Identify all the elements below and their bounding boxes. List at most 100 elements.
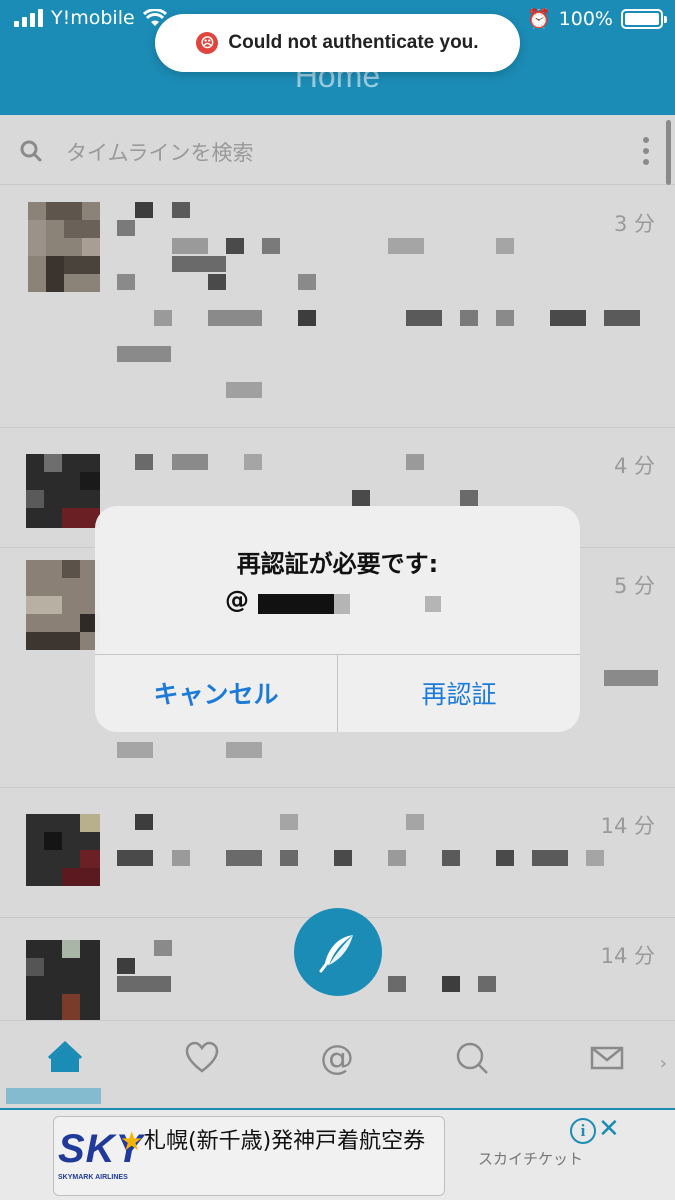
blurred-text — [550, 310, 586, 326]
blurred-text — [334, 850, 352, 866]
blurred-text — [226, 382, 262, 398]
dialog-username: @ — [225, 586, 249, 614]
blurred-text — [388, 850, 406, 866]
blurred-text — [442, 976, 460, 992]
blurred-text — [117, 742, 153, 758]
mail-icon — [590, 1046, 624, 1070]
carrier-label: Y!mobile — [51, 7, 135, 29]
more-options-icon[interactable] — [643, 137, 649, 165]
battery-icon — [621, 8, 667, 29]
error-toast: ☹ Could not authenticate you. — [155, 14, 520, 72]
blurred-text — [135, 202, 153, 218]
tab-mentions[interactable]: @ — [302, 1033, 372, 1083]
cancel-button[interactable]: キャンセル — [95, 654, 337, 732]
blurred-text — [262, 238, 280, 254]
blurred-text — [406, 454, 424, 470]
blurred-text — [460, 310, 478, 326]
blurred-text — [117, 346, 171, 362]
blurred-text — [154, 940, 172, 956]
battery-label: 100% — [558, 7, 613, 30]
home-icon — [47, 1040, 83, 1072]
ad-advertiser: スカイチケット — [478, 1150, 584, 1168]
blurred-text — [135, 814, 153, 830]
ad-title: 札幌(新千歳)発神戸着航空券 — [144, 1129, 426, 1154]
signal-icon — [14, 9, 43, 27]
tab-bar: @ › — [0, 1020, 675, 1108]
blurred-text — [460, 490, 478, 506]
blurred-text — [117, 976, 171, 992]
blurred-text — [496, 850, 514, 866]
at-icon: @ — [320, 1038, 354, 1078]
search-icon — [456, 1042, 488, 1074]
blurred-text — [226, 742, 262, 758]
blurred-text — [172, 454, 208, 470]
blurred-text — [117, 958, 135, 974]
blurred-text — [208, 274, 226, 290]
ad-logo-subtitle: SKYMARK AIRLINES — [58, 1174, 128, 1181]
tab-messages[interactable] — [572, 1033, 642, 1083]
info-icon[interactable]: i — [570, 1118, 596, 1144]
blurred-text — [172, 202, 190, 218]
blurred-text — [154, 310, 172, 326]
blurred-text — [117, 274, 135, 290]
dialog-title: 再認証が必要です: — [236, 550, 439, 578]
blurred-text — [172, 850, 190, 866]
blurred-text — [298, 274, 316, 290]
timeline-search[interactable]: タイムラインを検索 — [0, 115, 675, 185]
blurred-text — [244, 454, 262, 470]
blurred-text — [117, 220, 135, 236]
blurred-text — [406, 814, 424, 830]
blurred-text — [172, 238, 208, 254]
avatar[interactable] — [26, 560, 100, 650]
blurred-text — [208, 310, 262, 326]
feather-icon — [319, 935, 353, 973]
blurred-text — [478, 976, 496, 992]
close-icon[interactable]: ✕ — [598, 1114, 620, 1144]
blurred-text — [280, 850, 298, 866]
blurred-text — [388, 976, 406, 992]
blurred-text — [604, 310, 640, 326]
blurred-text — [496, 310, 514, 326]
redacted-username — [425, 596, 441, 612]
blurred-text — [604, 670, 658, 686]
avatar[interactable] — [26, 814, 100, 886]
avatar[interactable] — [26, 454, 100, 528]
blurred-text — [442, 850, 460, 866]
toast-message: Could not authenticate you. — [228, 32, 479, 53]
tab-favorites[interactable] — [167, 1033, 237, 1083]
timeline-row[interactable]: 14 分 — [0, 788, 675, 918]
blurred-text — [226, 238, 244, 254]
tab-search[interactable] — [437, 1033, 507, 1083]
angry-face-icon: ☹ — [196, 32, 219, 54]
avatar[interactable] — [28, 202, 100, 292]
blurred-text — [172, 256, 226, 272]
blurred-text — [532, 850, 568, 866]
tweet-time: 5 分 — [613, 574, 655, 598]
tweet-time: 14 分 — [600, 814, 655, 838]
blurred-text — [496, 238, 514, 254]
ad-content[interactable]: SKY ★ SKYMARK AIRLINES 札幌(新千歳)発神戸着航空券 — [53, 1116, 445, 1196]
blurred-text — [135, 454, 153, 470]
timeline-row[interactable]: 3 分 — [0, 186, 675, 428]
tweet-time: 14 分 — [600, 944, 655, 968]
tab-home[interactable] — [30, 1033, 100, 1083]
scrollbar[interactable] — [666, 120, 671, 185]
blurred-text — [298, 310, 316, 326]
avatar[interactable] — [26, 940, 100, 1020]
compose-button[interactable] — [294, 908, 382, 996]
ad-banner[interactable]: SKY ★ SKYMARK AIRLINES 札幌(新千歳)発神戸着航空券 i … — [0, 1108, 675, 1200]
blurred-text — [406, 310, 442, 326]
blurred-text — [117, 850, 153, 866]
tweet-time: 3 分 — [613, 212, 655, 236]
chevron-right-icon[interactable]: › — [660, 1053, 667, 1074]
reauth-dialog: 再認証が必要です: @ キャンセル 再認証 — [95, 506, 580, 732]
star-icon: ★ — [120, 1127, 144, 1157]
search-input[interactable]: タイムラインを検索 — [66, 137, 254, 167]
blurred-text — [352, 490, 370, 506]
active-tab-indicator — [6, 1088, 101, 1104]
alarm-icon: ⏰ — [527, 8, 551, 30]
blurred-text — [388, 238, 424, 254]
reauthenticate-button[interactable]: 再認証 — [338, 654, 580, 732]
blurred-text — [280, 814, 298, 830]
heart-icon — [185, 1041, 219, 1073]
